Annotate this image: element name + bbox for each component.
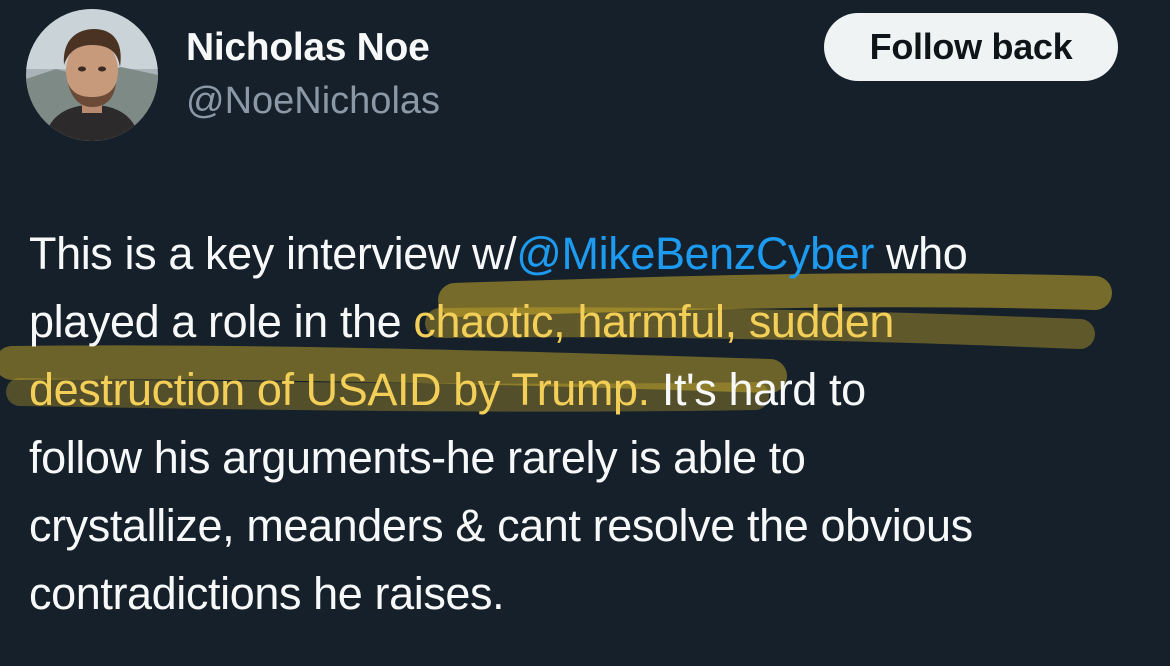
avatar[interactable] [26, 9, 158, 141]
avatar-photo [26, 9, 158, 141]
tweet-body: This is a key interview w/@MikeBenzCyber… [29, 220, 1159, 628]
tweet-line: This is a key interview w/@MikeBenzCyber… [29, 220, 1159, 288]
tweet-card: Nicholas Noe @NoeNicholas Follow back Th… [0, 0, 1170, 666]
tweet-line: crystallize, meanders & cant resolve the… [29, 500, 973, 551]
tweet-text-segment: This is a key interview w/ [29, 228, 517, 279]
tweet-line: destruction of USAID by Trump. It's hard… [29, 356, 1159, 424]
author-display-name[interactable]: Nicholas Noe [186, 26, 430, 70]
highlighted-text: chaotic, harmful, sudden [413, 296, 895, 347]
highlighted-text: destruction of USAID by Trump. [29, 364, 650, 415]
tweet-line: follow his arguments-he rarely is able t… [29, 432, 806, 483]
tweet-line: played a role in the chaotic, harmful, s… [29, 288, 1159, 356]
mention-link[interactable]: @MikeBenzCyber [516, 228, 874, 279]
author-handle[interactable]: @NoeNicholas [186, 80, 440, 123]
tweet-text-segment: who [873, 228, 968, 279]
follow-back-button[interactable]: Follow back [824, 13, 1118, 81]
tweet-text-segment: It's hard to [649, 364, 866, 415]
tweet-text-segment: played a role in the [29, 296, 414, 347]
tweet-line: contradictions he raises. [29, 568, 505, 619]
